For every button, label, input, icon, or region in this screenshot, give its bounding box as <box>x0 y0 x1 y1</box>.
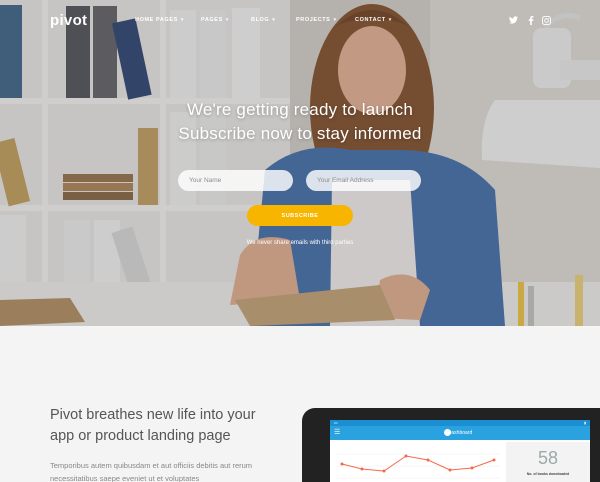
menu-item-label: PROJECTS <box>296 17 331 23</box>
hero-overlay <box>0 0 600 326</box>
menu-item-label: BLOG <box>251 17 270 23</box>
chevron-down-icon: ▾ <box>180 17 185 23</box>
menu-item-projects[interactable]: PROJECTS ▾ <box>296 17 355 23</box>
facebook-icon[interactable] <box>526 15 536 25</box>
email-field[interactable] <box>306 170 421 191</box>
tablet-screen: ••• ▮ ☰ Dashboard 58 No. of books downlo… <box>330 420 590 482</box>
main-menu: HOME PAGES ▾ PAGES ▾ BLOG ▾ PROJECTS ▾ C… <box>135 17 405 23</box>
line-chart <box>336 453 500 479</box>
hero-headline: We're getting ready to launch <box>186 100 414 119</box>
wifi-icon: ••• <box>334 421 338 425</box>
menu-item-home-pages[interactable]: HOME PAGES ▾ <box>135 17 201 23</box>
battery-icon: ▮ <box>584 421 586 425</box>
chevron-down-icon: ▾ <box>388 17 392 23</box>
menu-item-label: CONTACT <box>355 17 386 23</box>
stat-label: No. of books downloaded <box>526 472 570 476</box>
feature-title: Pivot breathes new life into your app or… <box>50 407 256 444</box>
menu-item-blog[interactable]: BLOG ▾ <box>251 17 296 23</box>
twitter-icon[interactable] <box>508 15 518 25</box>
stat-value: 58 <box>537 448 559 468</box>
stat-panel: 58 No. of books downloaded <box>506 442 590 482</box>
hero-subheadline: Subscribe now to stay informed <box>178 124 422 143</box>
menu-item-pages[interactable]: PAGES ▾ <box>201 17 251 23</box>
chevron-down-icon: ▾ <box>225 17 229 23</box>
feature-body: Temporibus autem quibusdam et aut offici… <box>50 461 253 482</box>
menu-item-label: PAGES <box>201 17 223 23</box>
instagram-icon[interactable] <box>541 15 551 25</box>
logo[interactable]: pivot <box>50 12 87 29</box>
name-field[interactable] <box>178 170 293 191</box>
chevron-down-icon: ▾ <box>272 17 276 23</box>
top-navigation: pivot HOME PAGES ▾ PAGES ▾ BLOG ▾ PROJEC… <box>0 0 600 40</box>
chevron-down-icon: ▾ <box>333 17 337 23</box>
subscribe-button[interactable]: SUBSCRIBE <box>247 205 353 226</box>
menu-item-contact[interactable]: CONTACT ▾ <box>355 17 405 23</box>
privacy-note: We never share emails with third parties <box>246 240 354 246</box>
app-header: ☰ Dashboard <box>330 426 590 440</box>
hero-section <box>0 0 600 326</box>
menu-item-label: HOME PAGES <box>135 17 178 23</box>
app-title: Dashboard <box>447 430 473 436</box>
